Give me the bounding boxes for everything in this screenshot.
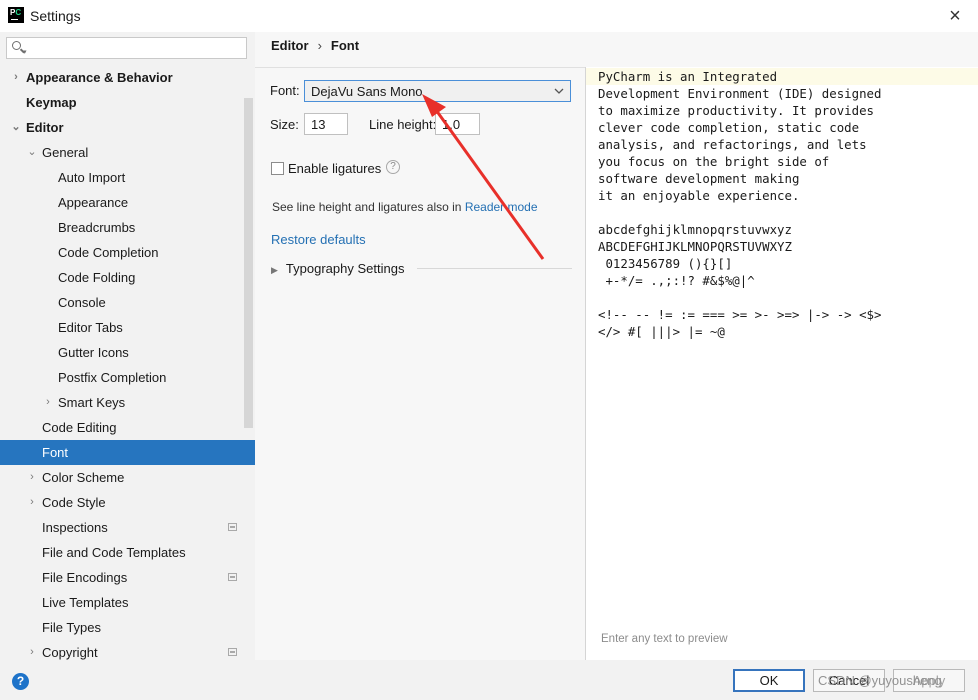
chevron-right-icon[interactable]: ›: [26, 640, 38, 660]
window-title: Settings: [30, 8, 81, 24]
sidebar-item-label: Smart Keys: [58, 395, 126, 410]
project-scope-icon: [228, 523, 237, 531]
sidebar-item-label: Appearance: [58, 195, 129, 210]
sidebar-item-breadcrumbs[interactable]: Breadcrumbs: [0, 215, 255, 240]
search-options-icon[interactable]: ▾: [23, 48, 27, 56]
sidebar-item-code-completion[interactable]: Code Completion: [0, 240, 255, 265]
sidebar-item-label: Keymap: [26, 95, 77, 110]
sidebar-item-label: Editor Tabs: [58, 320, 123, 335]
chevron-right-icon[interactable]: ›: [26, 465, 38, 490]
breadcrumb-current: Font: [330, 38, 360, 53]
breadcrumb-separator: ›: [317, 38, 322, 53]
typography-divider: [417, 268, 572, 269]
size-label: Size:: [270, 117, 299, 132]
sidebar-item-label: Code Completion: [58, 245, 159, 260]
sidebar-item-inspections[interactable]: Inspections: [0, 515, 255, 540]
chevron-right-icon[interactable]: ›: [10, 65, 22, 90]
sidebar-item-auto-import[interactable]: Auto Import: [0, 165, 255, 190]
breadcrumb-parent[interactable]: Editor: [271, 38, 309, 53]
watermark: CSDN @yuyousheng: [818, 673, 942, 688]
sidebar-item-code-folding[interactable]: Code Folding: [0, 265, 255, 290]
sidebar-item-label: Auto Import: [58, 170, 126, 185]
chevron-down-icon[interactable]: ⌄: [10, 115, 22, 140]
sidebar-item-appearance-behavior[interactable]: › Appearance & Behavior: [0, 65, 255, 90]
sidebar-item-editor[interactable]: ⌄ Editor: [0, 115, 255, 140]
sidebar-item-label: Appearance & Behavior: [26, 70, 173, 85]
font-preview-area[interactable]: PyCharm is an Integrated Development Env…: [585, 67, 978, 660]
sidebar-item-label: Inspections: [42, 520, 108, 535]
settings-sidebar: ▾ › Appearance & Behavior Keymap ⌄ Editor ⌄ Ge…: [0, 32, 255, 660]
sidebar-item-gutter-icons[interactable]: Gutter Icons: [0, 340, 255, 365]
pycharm-icon: PC: [8, 7, 24, 23]
sidebar-item-file-types[interactable]: File Types: [0, 615, 255, 640]
sidebar-item-copyright[interactable]: › Copyright: [0, 640, 255, 660]
enable-ligatures-label[interactable]: Enable ligatures: [288, 161, 381, 176]
restore-defaults-link[interactable]: Restore defaults: [271, 232, 366, 247]
sidebar-item-color-scheme[interactable]: › Color Scheme: [0, 465, 255, 490]
project-scope-icon: [228, 573, 237, 581]
line-height-input[interactable]: 1.0: [435, 113, 480, 135]
breadcrumb: Editor › Font: [271, 38, 359, 53]
sidebar-item-label: Copyright: [42, 645, 98, 660]
sidebar-item-console[interactable]: Console: [0, 290, 255, 315]
sidebar-item-label: Gutter Icons: [58, 345, 129, 360]
help-icon[interactable]: ?: [386, 160, 400, 174]
preview-hint: Enter any text to preview: [601, 633, 728, 645]
sidebar-item-label: Code Style: [42, 495, 106, 510]
sidebar-item-label: Editor: [26, 120, 64, 135]
sidebar-item-label: Font: [42, 445, 69, 460]
see-also-text: See line height and ligatures also in Re…: [272, 200, 538, 214]
chevron-right-icon[interactable]: ›: [26, 490, 38, 515]
typography-settings-toggle[interactable]: ▶ Typography Settings: [271, 261, 404, 276]
sidebar-item-font[interactable]: Font: [0, 440, 255, 465]
close-icon[interactable]: ×: [942, 3, 968, 29]
sidebar-item-label: File and Code Templates: [42, 545, 186, 560]
search-input[interactable]: ▾: [6, 37, 247, 59]
sidebar-item-label: General: [42, 145, 89, 160]
sidebar-item-code-style[interactable]: › Code Style: [0, 490, 255, 515]
title-bar: PC Settings ×: [0, 0, 978, 32]
sidebar-item-label: Live Templates: [42, 595, 129, 610]
sidebar-item-general[interactable]: ⌄ General: [0, 140, 255, 165]
size-input[interactable]: 13: [304, 113, 348, 135]
sidebar-item-postfix-completion[interactable]: Postfix Completion: [0, 365, 255, 390]
sidebar-item-label: Color Scheme: [42, 470, 125, 485]
sidebar-item-label: Console: [58, 295, 106, 310]
sidebar-item-editor-tabs[interactable]: Editor Tabs: [0, 315, 255, 340]
ok-button[interactable]: OK: [733, 669, 805, 692]
sidebar-item-keymap[interactable]: Keymap: [0, 90, 255, 115]
chevron-right-icon[interactable]: ›: [42, 390, 54, 415]
sidebar-item-label: Postfix Completion: [58, 370, 167, 385]
sidebar-scrollbar[interactable]: [244, 98, 253, 428]
see-also-label: See line height and ligatures also in: [272, 200, 462, 214]
dialog-footer: ? OK Cancel Apply CSDN @yuyousheng: [0, 660, 978, 700]
sidebar-item-code-editing[interactable]: Code Editing: [0, 415, 255, 440]
sidebar-item-smart-keys[interactable]: › Smart Keys: [0, 390, 255, 415]
font-select[interactable]: DejaVu Sans Mono: [304, 80, 571, 102]
sidebar-item-label: File Types: [42, 620, 102, 635]
expand-arrow-icon: ▶: [271, 265, 278, 275]
sidebar-item-label: File Encodings: [42, 570, 128, 585]
sidebar-item-label: Code Folding: [58, 270, 136, 285]
search-icon: [12, 41, 21, 50]
enable-ligatures-checkbox[interactable]: [271, 162, 284, 175]
sidebar-item-label: Code Editing: [42, 420, 117, 435]
line-height-label: Line height:: [369, 117, 437, 132]
preview-text[interactable]: PyCharm is an Integrated Development Env…: [598, 68, 881, 340]
typography-settings-label: Typography Settings: [285, 261, 405, 276]
reader-mode-link[interactable]: Reader mode: [465, 200, 538, 214]
sidebar-item-label: Breadcrumbs: [58, 220, 136, 235]
sidebar-item-appearance[interactable]: Appearance: [0, 190, 255, 215]
font-select-value: DejaVu Sans Mono: [311, 84, 423, 99]
sidebar-item-file-and-code-templates[interactable]: File and Code Templates: [0, 540, 255, 565]
font-settings-panel: Editor › Font Font: DejaVu Sans Mono Size:…: [255, 32, 978, 660]
sidebar-item-live-templates[interactable]: Live Templates: [0, 590, 255, 615]
help-button[interactable]: ?: [12, 673, 29, 690]
chevron-down-icon[interactable]: ⌄: [26, 140, 38, 165]
sidebar-item-file-encodings[interactable]: File Encodings: [0, 565, 255, 590]
font-label: Font:: [270, 83, 300, 98]
project-scope-icon: [228, 648, 237, 656]
chevron-down-icon: [554, 88, 564, 94]
